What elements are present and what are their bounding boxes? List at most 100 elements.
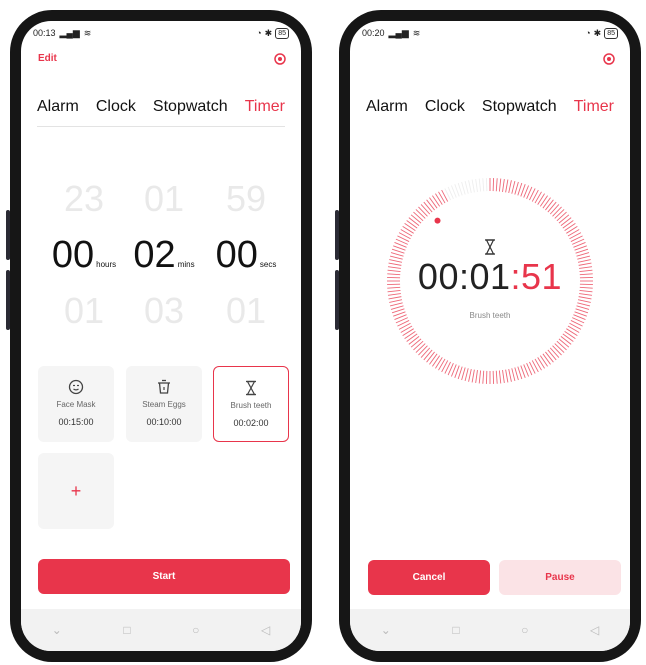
- ring-tick: [495, 178, 498, 192]
- ring-tick: [547, 201, 557, 213]
- ring-tick: [566, 328, 578, 336]
- timer-label: Brush teeth: [469, 311, 511, 320]
- start-button[interactable]: Start: [38, 559, 290, 594]
- countdown-display: 00:01:51: [350, 256, 630, 298]
- back-icon[interactable]: ◁: [261, 623, 270, 637]
- settings-icon[interactable]: [603, 53, 615, 65]
- ring-tick: [400, 325, 413, 333]
- back-icon[interactable]: ◁: [590, 623, 599, 637]
- hourglass-icon: [246, 380, 256, 396]
- tab-timer[interactable]: Timer: [574, 98, 614, 116]
- ring-tick: [560, 217, 572, 226]
- ring-tick: [410, 338, 422, 348]
- settings-icon[interactable]: [274, 53, 286, 65]
- ring-tick: [545, 199, 554, 211]
- ring-tick: [464, 368, 469, 382]
- secs-next: 01: [225, 290, 267, 331]
- steam-eggs-icon: [158, 379, 170, 394]
- ring-tick: [429, 197, 438, 209]
- preset-card-brush-teeth[interactable]: Brush teeth 00:02:00: [213, 366, 289, 442]
- preset-name: Face Mask: [56, 400, 96, 409]
- countdown-hours-minutes: 00:01: [417, 256, 511, 297]
- secs-wheel[interactable]: 59 00 secs 01: [201, 171, 291, 339]
- ring-tick: [402, 328, 414, 336]
- hours-wheel[interactable]: 23 00 hours 01: [39, 171, 129, 339]
- secs-unit: secs: [259, 260, 277, 269]
- tab-alarm[interactable]: Alarm: [366, 98, 408, 116]
- bluetooth-icon: ✱: [264, 27, 273, 38]
- bluetooth-icon: ✱: [593, 27, 602, 38]
- ring-tick: [542, 197, 551, 209]
- countdown-separator: :: [510, 256, 522, 297]
- tab-clock[interactable]: Clock: [425, 98, 465, 116]
- ring-tick: [554, 209, 565, 219]
- ring-tick: [514, 181, 519, 195]
- status-time: 00:13: [33, 28, 56, 38]
- mins-wheel[interactable]: 01 02 mins 03: [119, 171, 209, 339]
- add-preset-button[interactable]: +: [38, 453, 114, 529]
- ring-tick: [552, 206, 562, 217]
- signal-icon: ▂▄▆: [59, 27, 80, 38]
- ring-tick: [457, 366, 463, 380]
- preset-card-face-mask[interactable]: Face Mask 00:15:00: [38, 366, 114, 442]
- ring-tick: [426, 199, 435, 211]
- ring-tick: [560, 336, 572, 345]
- time-picker[interactable]: 23 00 hours 01 01 02 mins 03 59 00 secs 01: [21, 171, 301, 331]
- cancel-button[interactable]: Cancel: [368, 560, 490, 595]
- tab-bar: Alarm Clock Stopwatch Timer: [37, 96, 285, 118]
- ring-tick: [438, 191, 446, 204]
- ring-tick: [471, 179, 475, 193]
- hours-next: 01: [63, 290, 105, 331]
- tab-bar: Alarm Clock Stopwatch Timer: [366, 96, 614, 118]
- ring-tick: [478, 178, 482, 192]
- home-icon[interactable]: ○: [192, 623, 199, 637]
- chevron-down-icon[interactable]: ⌄: [381, 623, 391, 637]
- ring-tick: [389, 302, 403, 307]
- ring-tick: [562, 333, 574, 342]
- ring-tick: [423, 201, 433, 213]
- tab-clock[interactable]: Clock: [96, 98, 136, 116]
- ring-tick: [498, 178, 502, 192]
- ring-tick: [558, 214, 570, 224]
- timer-running-screen: 00:20 ▂▄▆ ≋ ◔ ✱ 85 Alarm Clock Stopwatch…: [350, 21, 630, 651]
- status-bar: 00:13 ▂▄▆ ≋ ◔ ✱ 85: [21, 21, 301, 45]
- tab-stopwatch[interactable]: Stopwatch: [153, 98, 228, 116]
- ring-tick: [404, 330, 416, 339]
- ring-tick: [577, 302, 591, 307]
- secs-value: 00: [215, 234, 258, 276]
- ring-tick: [406, 333, 418, 342]
- pause-button[interactable]: Pause: [499, 560, 621, 595]
- ring-tick: [406, 220, 418, 229]
- tab-stopwatch[interactable]: Stopwatch: [482, 98, 557, 116]
- preset-card-steam-eggs[interactable]: Steam Eggs 00:10:00: [126, 366, 202, 442]
- ring-tick: [468, 180, 472, 194]
- alarm-status-icon: ◔: [585, 28, 591, 38]
- ring-tick: [413, 340, 424, 351]
- tab-timer[interactable]: Timer: [245, 98, 285, 116]
- ring-tick: [539, 355, 548, 367]
- preset-name: Steam Eggs: [142, 400, 186, 409]
- ring-tick: [400, 229, 413, 237]
- ring-tick: [558, 338, 570, 348]
- ring-tick: [464, 180, 469, 194]
- hours-value: 00: [51, 234, 95, 276]
- ring-tick: [420, 204, 431, 215]
- ring-tick: [554, 343, 565, 353]
- recents-icon[interactable]: □: [452, 623, 459, 637]
- tab-alarm[interactable]: Alarm: [37, 98, 79, 116]
- phone-left: 00:13 ▂▄▆ ≋ ◔ ✱ 85 Edit Alarm Clock Stop…: [6, 10, 312, 662]
- ring-tick: [542, 353, 551, 365]
- edit-button[interactable]: Edit: [38, 53, 57, 64]
- battery-icon: 85: [604, 27, 618, 39]
- recents-icon[interactable]: □: [123, 623, 130, 637]
- ring-tick: [435, 357, 443, 369]
- ring-tick: [534, 191, 542, 204]
- navigation-bar: ⌄ □ ○ ◁: [21, 609, 301, 651]
- ring-tick: [562, 220, 574, 229]
- face-mask-icon: [68, 379, 84, 395]
- hours-unit: hours: [96, 260, 117, 269]
- ring-tick: [552, 345, 562, 356]
- ring-tick: [432, 355, 441, 367]
- home-icon[interactable]: ○: [521, 623, 528, 637]
- chevron-down-icon[interactable]: ⌄: [52, 623, 62, 637]
